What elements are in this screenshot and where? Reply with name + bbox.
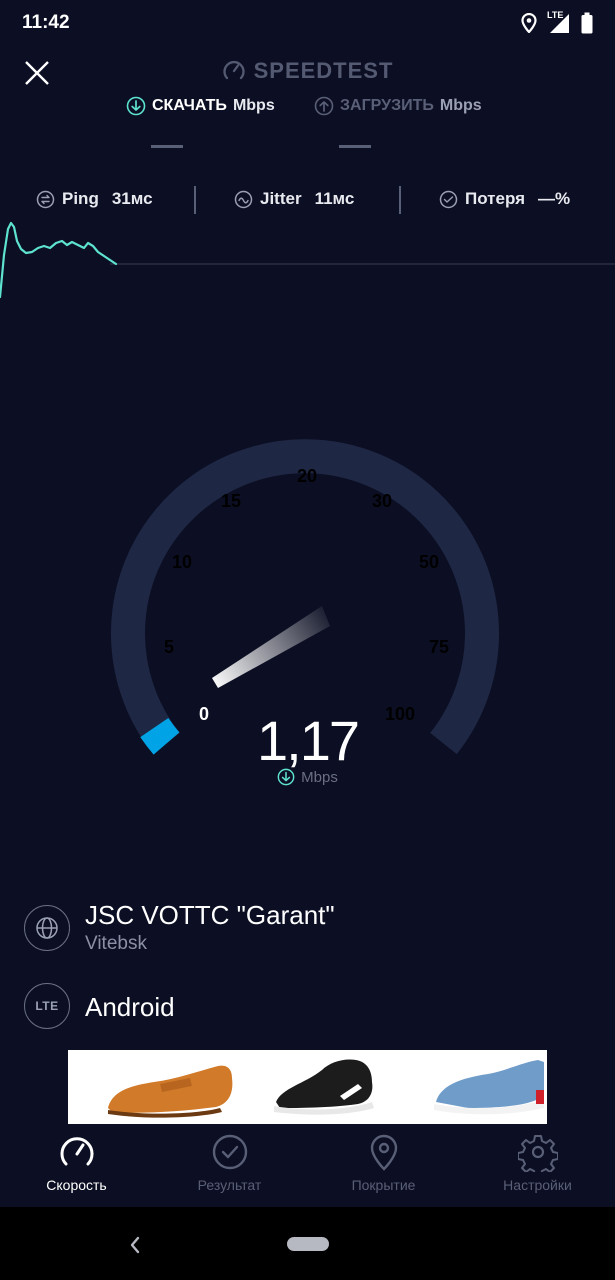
divider	[399, 186, 401, 214]
graph-line	[0, 221, 118, 299]
download-arrow-icon	[126, 96, 146, 116]
tick-label: 30	[372, 491, 392, 511]
nav-settings-label: Настройки	[503, 1177, 572, 1193]
provider-globe	[24, 905, 70, 951]
nav-settings[interactable]: Настройки	[461, 1132, 614, 1193]
download-unit: Mbps	[232, 97, 275, 114]
device-name: Android	[85, 992, 175, 1022]
reading-unit-text: Mbps	[301, 769, 338, 786]
home-pill[interactable]	[287, 1237, 329, 1251]
reading-unit: Mbps	[0, 768, 615, 790]
jitter-value: 11мс	[314, 189, 355, 208]
ping-label: Ping	[62, 189, 99, 208]
jitter-metric: Jitter 11мс	[234, 189, 354, 209]
tab-upload[interactable]: ЗАГРУЗИТЬ Mbps	[314, 96, 482, 116]
upload-unit: Mbps	[439, 97, 482, 114]
speedometer-icon	[60, 1137, 93, 1166]
packet-loss-icon	[439, 190, 458, 208]
tick-label: 0	[199, 704, 209, 724]
status-time: 11:42	[22, 12, 70, 33]
nav-results-label: Результат	[197, 1177, 262, 1193]
tick-label: 5	[164, 637, 174, 657]
battery-icon	[581, 12, 593, 34]
app-title: SPEEDTEST	[0, 58, 615, 84]
gear-icon	[516, 1135, 559, 1177]
speed-reading: 1,17	[257, 709, 360, 772]
speedometer-icon	[222, 60, 245, 80]
tick-label: 100	[385, 704, 415, 724]
provider-name[interactable]: JSC VOTTC "Garant"	[85, 900, 335, 931]
speed-graph	[0, 221, 615, 299]
ad-banner[interactable]	[68, 1050, 547, 1124]
nav-coverage[interactable]: Покрытие	[307, 1132, 460, 1193]
nav-speed[interactable]: Скорость	[0, 1132, 153, 1193]
lte-icon: LTE	[35, 999, 59, 1013]
nav-coverage-label: Покрытие	[351, 1177, 416, 1193]
app-title-text: SPEEDTEST	[253, 58, 394, 83]
gauge-progress	[140, 717, 180, 755]
loss-label: Потеря	[465, 189, 526, 208]
download-arrow-icon	[277, 768, 295, 786]
tab-download[interactable]: СКАЧАТЬ Mbps	[126, 96, 275, 116]
tick-label: 20	[297, 466, 317, 486]
nav-results[interactable]: Результат	[153, 1132, 306, 1193]
jitter-icon	[234, 190, 253, 208]
gauge-track	[111, 439, 499, 755]
download-value-placeholder	[151, 145, 183, 148]
download-label: СКАЧАТЬ	[152, 97, 227, 114]
back-icon[interactable]	[126, 1232, 144, 1258]
tick-label: 15	[221, 491, 241, 511]
loss-value: —%	[538, 189, 571, 208]
globe-icon	[36, 917, 58, 939]
upload-value-placeholder	[339, 145, 371, 148]
provider-city: Vitebsk	[85, 933, 147, 954]
upload-label: ЗАГРУЗИТЬ	[340, 97, 434, 114]
loss-metric: Потеря —%	[439, 189, 570, 209]
tick-label: 10	[172, 552, 192, 572]
divider	[194, 186, 196, 214]
ping-value: 31мс	[111, 189, 153, 208]
location-pin-icon	[370, 1134, 397, 1171]
location-icon	[521, 13, 537, 33]
tick-label: 75	[429, 637, 449, 657]
ping-icon	[36, 190, 55, 208]
gauge-needle	[212, 606, 330, 688]
tick-label: 50	[419, 552, 439, 572]
signal-icon: LTE	[547, 10, 571, 34]
jitter-label: Jitter	[260, 189, 302, 208]
device-badge: LTE	[24, 983, 70, 1029]
upload-arrow-icon	[314, 96, 334, 116]
nav-speed-label: Скорость	[46, 1177, 107, 1193]
ping-metric: Ping 31мс	[36, 189, 153, 209]
status-icons: LTE	[521, 10, 593, 34]
check-circle-icon	[212, 1134, 247, 1170]
